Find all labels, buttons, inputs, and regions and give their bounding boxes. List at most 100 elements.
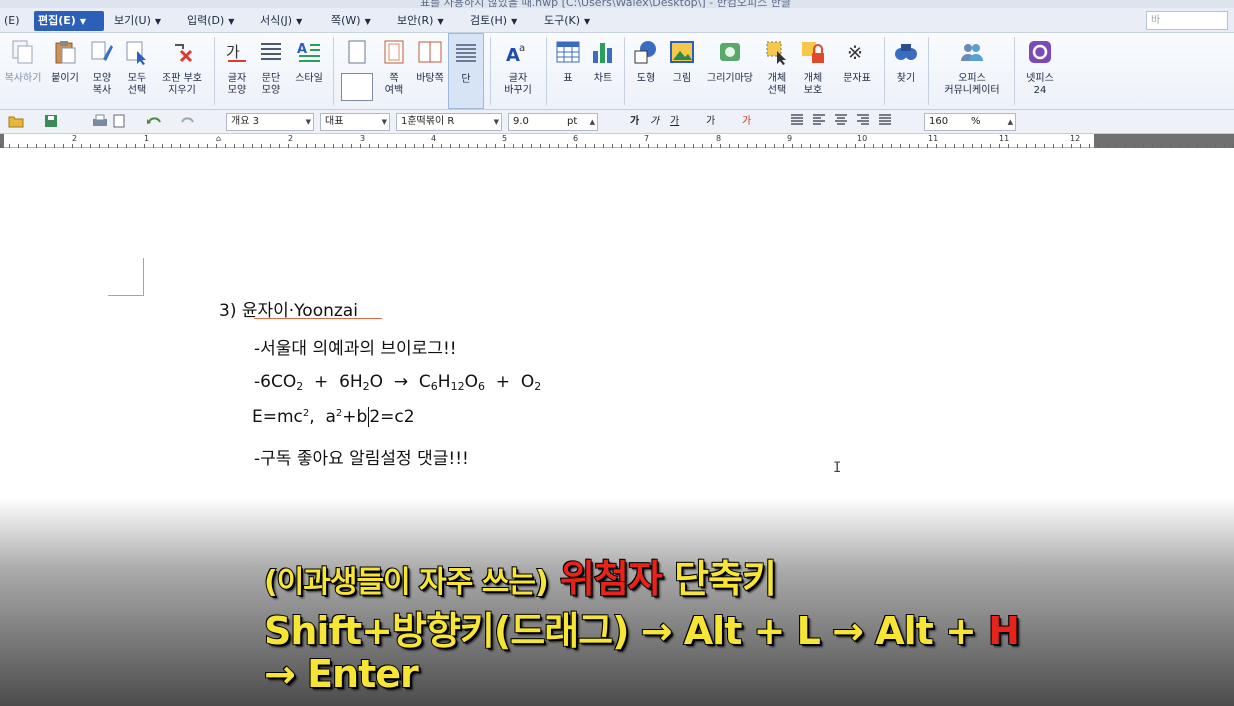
master-page-icon [418,41,442,63]
align-justify-icon[interactable] [790,114,804,130]
style-button[interactable]: A 스타일 [288,33,330,109]
symbol-button[interactable]: ※ 문자표 [834,33,880,109]
page-margin-icon [384,40,404,64]
align-distribute-icon[interactable] [878,114,892,130]
font-select[interactable]: 1훈떡볶이 R ▼ [396,113,502,131]
zoom-input[interactable]: 160% ▲ [924,113,1016,131]
ribbon-separator [214,37,215,105]
para-shape-button[interactable]: 문단 모양 [254,33,288,109]
select-all-button[interactable]: 모두 선택 [120,33,154,109]
italic-button[interactable]: 가 [650,114,659,130]
char-shape-button[interactable]: 가 글자 모양 [220,33,254,109]
menu-view[interactable]: 보기(U) ▼ [110,11,165,31]
svg-text:a: a [519,43,525,54]
doc-line-chemical-equation: -6CO2 + 6H2O → C6H12O6 + O2 [254,372,542,393]
page-button[interactable] [338,33,376,109]
caption-line-3: → Enter [263,651,420,697]
save-icon[interactable] [44,114,58,130]
char-shape-icon: 가 [226,43,246,62]
find-icon [895,44,917,60]
bold-button[interactable]: 가 [630,114,639,130]
ribbon-separator [624,37,625,105]
menu-tools[interactable]: 도구(K) ▼ [540,11,594,31]
object-protect-button[interactable]: 개체 보호 [794,33,832,109]
communicator-button[interactable]: 오피스 커뮤니케이터 [932,33,1012,109]
paste-button[interactable]: 붙이기 [46,33,84,109]
caption-line-1: (이과생들이 자주 쓰는) 위첨자 단축키 [263,556,778,602]
paste-icon [55,41,76,64]
chevron-down-icon: ▼ [381,118,387,126]
char-replace-button[interactable]: Aa 글자 바꾸기 [496,33,540,109]
copy-icon [12,40,33,64]
redo-icon[interactable] [180,114,196,130]
print-icon[interactable] [92,114,108,130]
clear-codes-button[interactable]: 조판 부호 지우기 [154,33,210,109]
menu-page[interactable]: 쪽(W) ▼ [327,11,375,31]
language-select[interactable]: 대표 ▼ [320,113,390,131]
menu-format[interactable]: 서식(J) ▼ [256,11,306,31]
align-right-icon[interactable] [856,114,870,130]
undo-icon[interactable] [146,114,162,130]
find-button[interactable]: 찾기 [888,33,924,109]
chevron-down-icon: ▼ [511,17,518,26]
doc-line-4: -구독 좋아요 알림설정 댓글!!! [254,449,469,469]
style-icon: A [297,42,320,62]
chevron-down-icon: ▼ [79,17,86,26]
menu-edit[interactable]: 편집(E) ▼ [34,11,104,31]
window-title-bar: 표를 사용하지 않았을 때.hwp [C:\Users\Walex\Deskto… [0,0,1234,8]
columns-icon [456,44,476,62]
chevron-down-icon: ▼ [584,17,591,26]
picture-button[interactable]: 그림 [664,33,700,109]
menu-review[interactable]: 검토(H) ▼ [466,11,521,31]
svg-text:가: 가 [226,43,240,61]
menu-search-input[interactable]: 바 [1146,11,1228,30]
copy-button[interactable]: 복사하기 [0,33,46,109]
menu-security[interactable]: 보안(R) ▼ [393,11,448,31]
chevron-down-icon: ▼ [364,17,371,26]
style-select[interactable]: 개요 3 ▼ [226,113,314,131]
font-size-input[interactable]: 9.0 pt ▲ [508,113,598,131]
ribbon-separator [333,37,334,105]
table-icon [556,41,580,63]
master-page-button[interactable]: 바탕쪽 [412,33,448,109]
shape-icon [634,41,656,64]
chart-icon [593,43,612,63]
chevron-down-icon: ▼ [228,17,235,26]
window-title: 표를 사용하지 않았을 때.hwp [C:\Users\Walex\Deskto… [420,0,791,8]
format-painter-icon [91,41,113,61]
page-icon [348,40,366,64]
svg-text:A: A [297,42,307,57]
symbol-icon: ※ [847,42,863,64]
clipart-icon [720,43,740,61]
format-painter-button[interactable]: 모양 복사 [84,33,120,109]
table-button[interactable]: 표 [552,33,584,109]
indent-marker[interactable]: ⌂ [216,134,221,143]
page-orientation-box[interactable] [341,73,373,101]
strike-button[interactable]: 가 [706,114,715,130]
preview-icon[interactable] [112,114,126,130]
align-left-icon[interactable] [812,114,826,130]
menu-bar: (E) 편집(E) ▼ 보기(U) ▼ 입력(D) ▼ 서식(J) ▼ 쪽(W) ▼ 보안… [0,8,1234,33]
horizontal-ruler[interactable]: 2 1 ⌂ 2 3 4 5 6 7 8 9 10 11 11 12 [0,134,1234,148]
shape-button[interactable]: 도형 [628,33,664,109]
menu-file[interactable]: (E) [0,11,24,31]
chevron-down-icon: ▼ [154,17,162,26]
page-margin-button[interactable]: 쪽 여백 [376,33,412,109]
object-select-button[interactable]: 개체 선택 [760,33,794,109]
ribbon-separator [546,37,547,105]
doc-line-1: -서울대 의예과의 브이로그!! [254,339,457,359]
format-toolbar: 개요 3 ▼ 대표 ▼ 1훈떡볶이 R ▼ 9.0 pt ▲ 가 가 가 가 가 160%… [0,110,1234,134]
netffice-button[interactable]: 넷피스 24 [1018,33,1062,109]
text-cursor [368,407,370,427]
chart-button[interactable]: 차트 [586,33,620,109]
menu-insert[interactable]: 입력(D) ▼ [183,11,238,31]
columns-button[interactable]: 단 [448,33,484,109]
open-folder-icon[interactable] [8,114,24,130]
clipart-button[interactable]: 그리기마당 [700,33,760,109]
font-color-button[interactable]: 가 [742,114,751,130]
object-protect-icon [802,42,824,63]
chevron-down-icon: ▼ [296,17,303,26]
underline-button[interactable]: 가 [670,114,679,130]
picture-icon [670,41,694,63]
align-center-icon[interactable] [834,114,848,130]
